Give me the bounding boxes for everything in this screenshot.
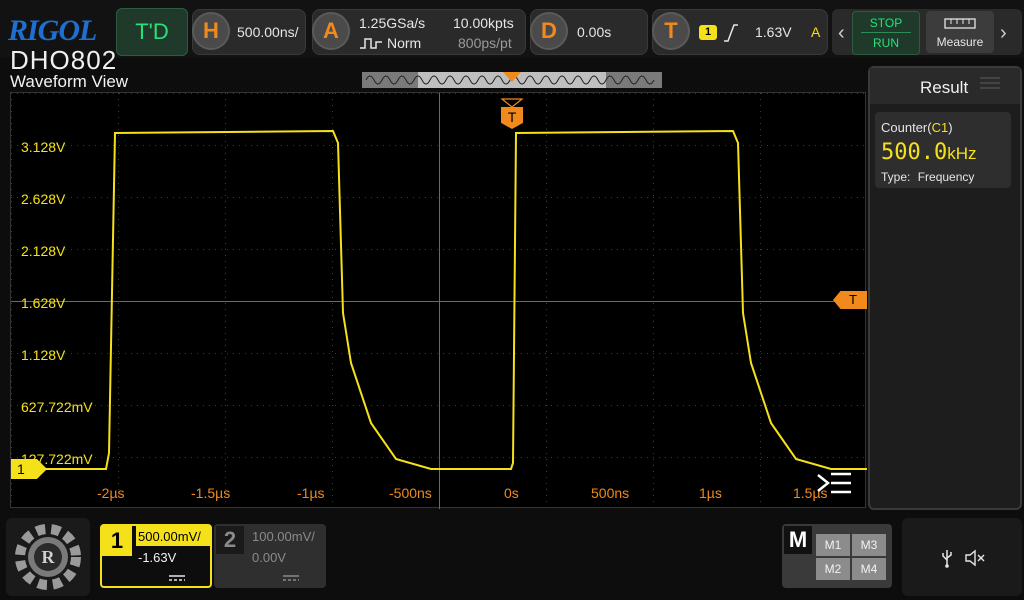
timebase-value: 500.00ns/ (237, 24, 299, 40)
m4-button[interactable]: M4 (852, 558, 886, 580)
usb-icon (942, 550, 952, 568)
stop-label: STOP (869, 16, 903, 30)
chevron-right-icon[interactable]: › (1000, 22, 1007, 45)
m3-button[interactable]: M3 (852, 534, 886, 556)
y-label: 2.128V (21, 243, 66, 259)
measure-label: Measure (936, 35, 984, 49)
counter-card[interactable]: Counter(C1) 500.0kHz Type: Frequency (875, 112, 1011, 188)
channel2-number: 2 (216, 526, 244, 554)
rising-edge-icon (724, 24, 738, 42)
delay-pill[interactable]: D 0.00s (530, 9, 648, 55)
measure-button[interactable]: Measure (926, 11, 994, 53)
counter-channel: C1 (931, 120, 949, 135)
math-panel[interactable]: M M1 M3 M2 M4 (782, 524, 892, 588)
channel1-offset: -1.63V (138, 550, 177, 565)
channel2-offset: 0.00V (252, 550, 286, 565)
bottom-bar: R 1 500.00mV/ -1.63V 2 100.00mV/ 0.00V M… (0, 514, 1024, 600)
counter-close: ) (948, 120, 953, 135)
channel2-coupling-icon (282, 570, 300, 581)
x-label: -500ns (389, 485, 432, 501)
ruler-icon (944, 18, 976, 29)
channel1-box[interactable]: 1 500.00mV/ -1.63V (100, 524, 212, 588)
counter-label-row: Counter(C1) (881, 120, 953, 135)
x-label: 1µs (699, 485, 722, 501)
result-menu-icon[interactable] (980, 76, 1000, 90)
chevron-left-icon[interactable]: ‹ (838, 22, 845, 45)
channel1-coupling-icon (168, 570, 186, 581)
run-controls: ‹ STOP RUN Measure › (832, 9, 1022, 55)
delay-value: 0.00s (577, 24, 612, 40)
m1-button[interactable]: M1 (816, 534, 850, 556)
result-panel: Result Counter(C1) 500.0kHz Type: Freque… (868, 66, 1022, 510)
acquire-pill[interactable]: A 1.25GSa/s Norm 10.00kpts 800ps/pt (312, 9, 526, 55)
x-label: 500ns (591, 485, 630, 501)
time-resolution: 800ps/pt (458, 35, 512, 51)
type-value: Frequency (917, 170, 975, 184)
channel1-number: 1 (102, 526, 132, 556)
y-label: 3.128V (21, 139, 66, 155)
x-label: -2µs (97, 485, 125, 501)
trigger-pill[interactable]: T 1 1.63V A (652, 9, 828, 55)
horizontal-icon: H (192, 12, 230, 50)
top-toolbar: RIGOL DHO802 T'D H 500.00ns/ A 1.25GSa/s… (0, 0, 1024, 75)
x-label: -1µs (297, 485, 325, 501)
channel1-scale: 500.00mV/ (138, 529, 201, 544)
status-area (902, 518, 1022, 596)
result-title: Result (920, 78, 969, 97)
waveform-display[interactable]: 3.128V 2.628V 2.128V 1.628V 1.128V 627.7… (10, 92, 867, 509)
type-label: Type: (881, 170, 911, 184)
x-label: -1.5µs (191, 485, 231, 501)
counter-value: 500.0 (881, 140, 948, 165)
counter-label: Counter( (881, 120, 932, 135)
y-label: 627.722mV (21, 399, 93, 415)
waveform-view-title: Waveform View (10, 72, 129, 91)
trigger-position-outline (500, 95, 524, 108)
divider (861, 32, 911, 33)
acquire-icon: A (312, 12, 350, 50)
stop-run-button[interactable]: STOP RUN (852, 11, 920, 55)
m2-button[interactable]: M2 (816, 558, 850, 580)
trigger-mode: A (811, 24, 821, 40)
waveform-grid (11, 93, 867, 509)
counter-type-row: Type: Frequency (881, 170, 974, 184)
y-label: 1.628V (21, 295, 66, 311)
counter-reading: 500.0kHz (881, 140, 977, 165)
rigol-logo: RIGOL (8, 14, 97, 47)
acquire-mode-icon (360, 38, 382, 49)
trigger-source-badge: 1 (699, 25, 717, 40)
run-label: RUN (873, 36, 899, 50)
td-button[interactable]: T'D (116, 8, 188, 56)
y-label: 1.128V (21, 347, 66, 363)
speaker-mute-icon[interactable] (964, 549, 986, 567)
memory-depth: 10.00kpts (453, 15, 514, 31)
svg-text:R: R (42, 547, 56, 567)
math-label: M (784, 526, 812, 554)
trigger-level: 1.63V (755, 24, 792, 40)
channel2-scale: 100.00mV/ (252, 529, 315, 544)
horizontal-pill[interactable]: H 500.00ns/ (192, 9, 306, 55)
trigger-icon: T (652, 12, 690, 50)
home-button[interactable]: R (6, 518, 90, 596)
x-label: 0s (504, 485, 519, 501)
gear-logo-icon: R (15, 524, 81, 590)
memory-overview-bar[interactable] (362, 70, 662, 90)
sample-rate: 1.25GSa/s (359, 15, 426, 31)
acquire-mode: Norm (387, 35, 422, 51)
y-label: 2.628V (21, 191, 66, 207)
delay-icon: D (530, 12, 568, 50)
channel2-box[interactable]: 2 100.00mV/ 0.00V (214, 524, 326, 588)
counter-unit: kHz (947, 144, 977, 163)
menu-icon[interactable] (815, 471, 853, 497)
